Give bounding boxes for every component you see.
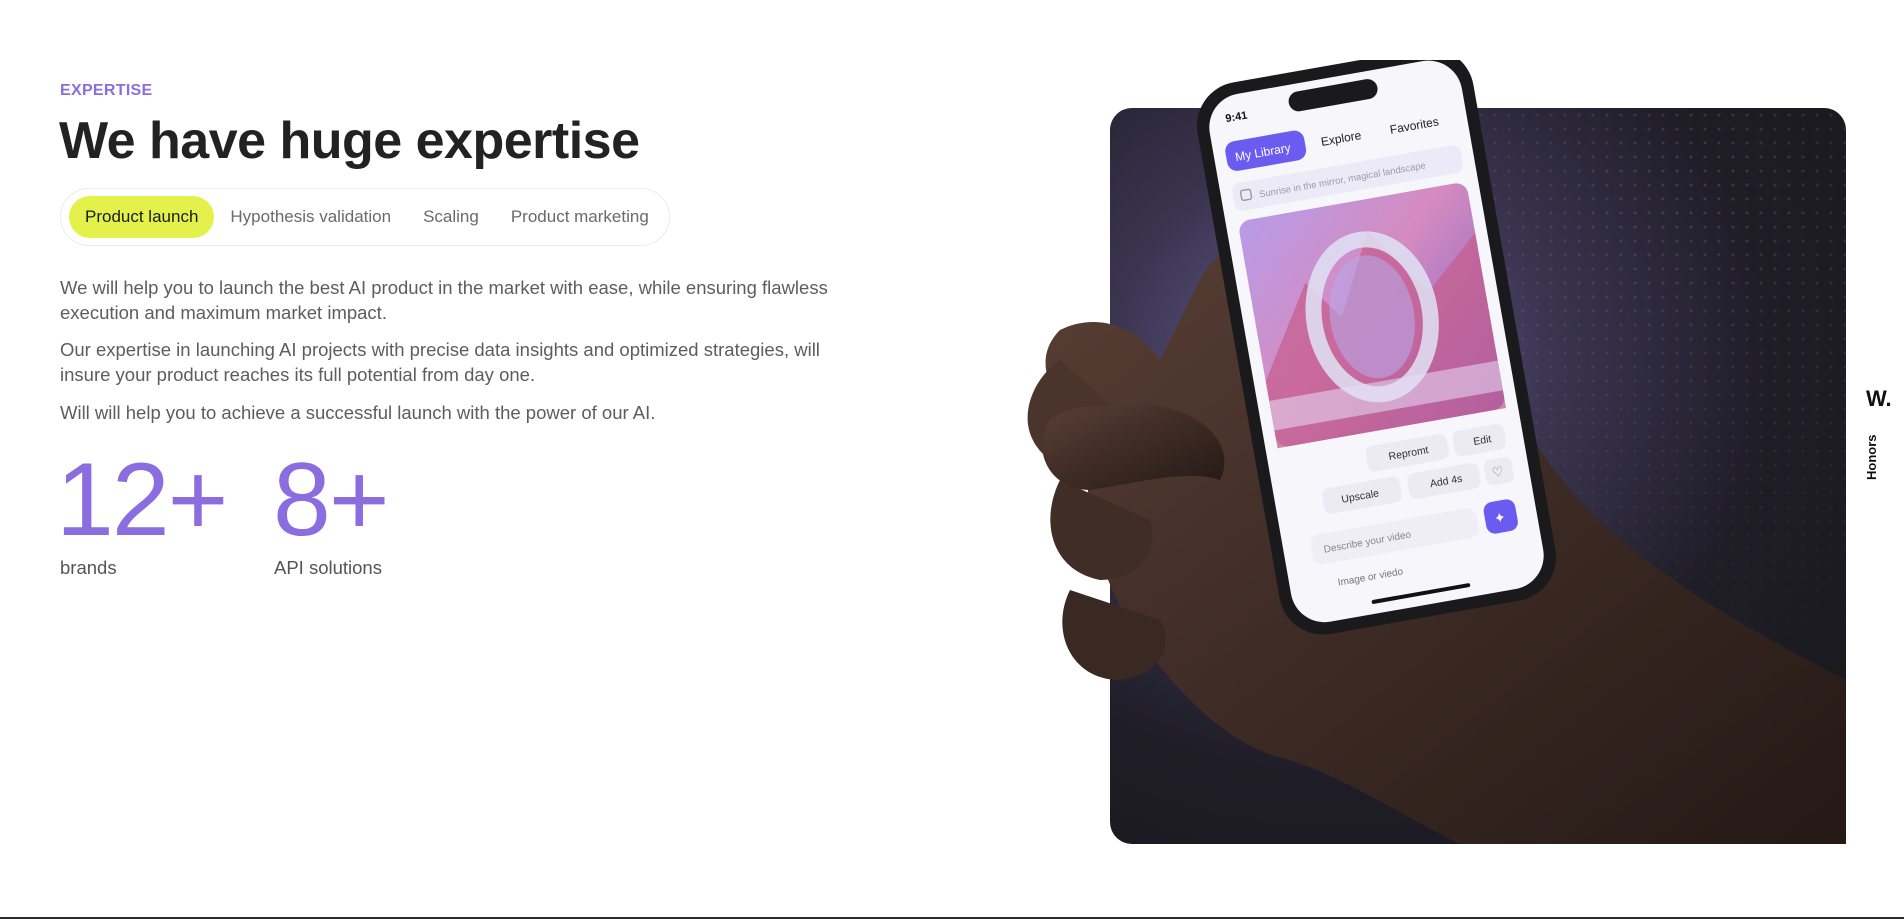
description-paragraph-2: Our expertise in launching AI projects w… bbox=[60, 339, 820, 385]
tab-hypothesis-validation[interactable]: Hypothesis validation bbox=[214, 196, 407, 238]
side-logo[interactable]: W. bbox=[1866, 386, 1892, 412]
side-honors-label[interactable]: Honors bbox=[1864, 435, 1879, 481]
description-paragraph-1: We will help you to launch the best AI p… bbox=[60, 277, 828, 323]
tab-product-marketing[interactable]: Product marketing bbox=[495, 196, 665, 238]
stat-api-label: API solutions bbox=[274, 557, 382, 578]
tab-scaling[interactable]: Scaling bbox=[407, 196, 495, 238]
section-title: We have huge expertise bbox=[59, 112, 640, 170]
expertise-tabs: Product launch Hypothesis validation Sca… bbox=[60, 188, 670, 246]
phone-in-hand-illustration: 9:41 My Library Explore Favorites Sunris… bbox=[1027, 60, 1846, 844]
stat-api-value: 8+ bbox=[273, 442, 390, 558]
stat-brands-label: brands bbox=[60, 557, 117, 578]
description-paragraph-3: Will will help you to achieve a successf… bbox=[60, 402, 656, 423]
section-eyebrow: EXPERTISE bbox=[60, 82, 153, 99]
stat-brands-value: 12+ bbox=[56, 442, 228, 558]
tab-product-launch[interactable]: Product launch bbox=[69, 196, 215, 238]
